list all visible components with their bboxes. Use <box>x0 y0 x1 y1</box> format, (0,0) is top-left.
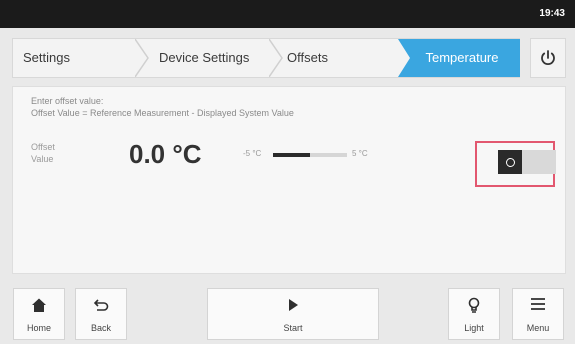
toggle-knob <box>498 150 522 174</box>
breadcrumb-offsets[interactable]: Offsets <box>287 39 328 77</box>
offset-instructions: Enter offset value: Offset Value = Refer… <box>31 95 294 119</box>
breadcrumb-device-settings[interactable]: Device Settings <box>159 39 249 77</box>
power-icon <box>541 50 555 65</box>
breadcrumb-temperature[interactable]: Temperature <box>398 39 520 77</box>
clock: 19:43 <box>539 8 565 19</box>
offset-label-line: Value <box>31 154 54 164</box>
menu-button[interactable]: Menu <box>512 288 564 340</box>
hamburger-menu-icon <box>531 298 545 310</box>
home-label: Home <box>26 323 51 333</box>
range-max-label: 5 °C <box>352 149 368 158</box>
back-arrow-icon <box>93 299 109 311</box>
menu-label: Menu <box>526 323 550 333</box>
offset-toggle-switch[interactable] <box>498 150 556 174</box>
slider-fill <box>273 153 310 157</box>
offset-value-label: Offset Value <box>31 141 55 165</box>
home-icon <box>32 298 46 312</box>
light-button[interactable]: Light <box>448 288 500 340</box>
breadcrumb-separator <box>269 39 283 77</box>
breadcrumb-separator <box>135 39 149 77</box>
back-button[interactable]: Back <box>75 288 127 340</box>
breadcrumb: Settings Device Settings Offsets Tempera… <box>12 38 520 78</box>
off-circle-icon <box>505 157 515 167</box>
power-button[interactable] <box>530 38 566 78</box>
instruction-formula: Offset Value = Reference Measurement - D… <box>31 108 294 118</box>
offset-range-slider[interactable] <box>273 153 347 157</box>
range-min-label: -5 °C <box>243 149 262 158</box>
start-label: Start <box>283 323 303 333</box>
play-icon <box>289 299 298 311</box>
status-bar: 19:43 <box>0 0 575 28</box>
lightbulb-icon <box>468 297 480 313</box>
bottom-nav: Home Back Start Light Menu <box>0 280 575 344</box>
breadcrumb-settings[interactable]: Settings <box>23 39 70 77</box>
start-button[interactable]: Start <box>207 288 379 340</box>
offset-label-line: Offset <box>31 142 55 152</box>
instruction-line: Enter offset value: <box>31 96 104 106</box>
light-label: Light <box>464 323 484 333</box>
back-label: Back <box>90 323 111 333</box>
offset-value-display[interactable]: 0.0 °C <box>129 139 202 170</box>
home-button[interactable]: Home <box>13 288 65 340</box>
